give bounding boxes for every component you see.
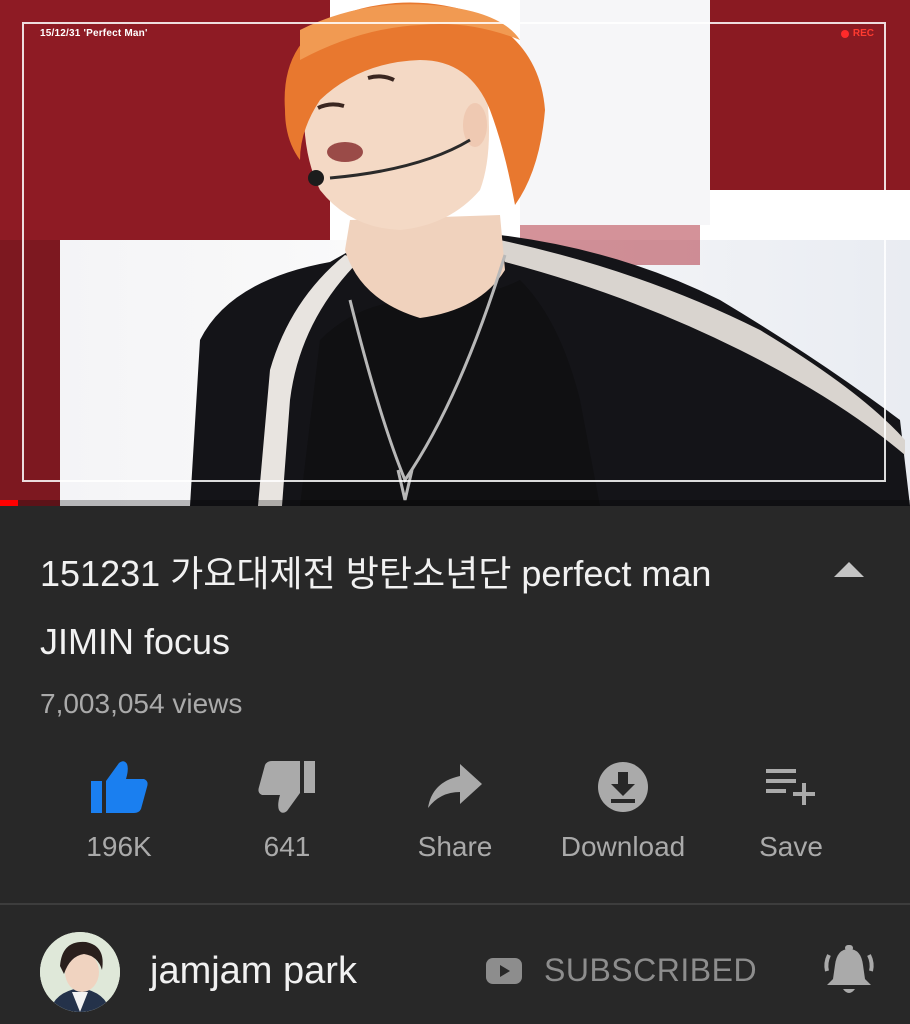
download-button[interactable]: Download [539,755,707,875]
share-label: Share [417,831,493,862]
chevron-up-icon [834,562,864,577]
channel-name[interactable]: jamjam park [150,950,357,993]
overlay-date-title: 15/12/31 'Perfect Man' [40,28,148,39]
youtube-logo-icon [486,957,522,984]
video-player[interactable]: 15/12/31 'Perfect Man' REC [0,0,910,506]
rec-dot-icon [840,29,849,38]
view-count: 7,003,054 views [40,688,243,719]
download-icon [596,755,650,819]
notification-bell-button[interactable] [820,942,878,1000]
video-title: 151231 가요대제전 방탄소년단 perfect man JIMIN foc… [40,553,712,662]
bell-ringing-icon [824,945,874,993]
progress-bar[interactable] [0,500,910,506]
rec-indicator: REC [840,28,874,39]
share-arrow-icon [426,755,484,819]
save-label: Save [759,831,823,862]
like-count: 196K [86,831,152,862]
thumbs-up-icon [89,755,149,819]
share-button[interactable]: Share [371,755,539,875]
subscribed-button[interactable]: SUBSCRIBED [486,952,757,989]
subscribed-label: SUBSCRIBED [544,952,758,988]
progress-bar-fill [0,500,19,506]
like-button[interactable]: 196K [35,755,203,875]
download-label: Download [560,831,686,862]
channel-avatar[interactable] [40,932,120,1012]
playlist-add-icon [764,755,818,819]
thumbs-down-icon [257,755,317,819]
dislike-count: 641 [263,831,311,862]
camcorder-frame-overlay [22,22,886,482]
collapse-description-button[interactable] [824,552,874,586]
save-button[interactable]: Save [707,755,875,875]
action-bar: 196K 641 Share Download Save [35,755,875,875]
rec-label: REC [852,28,874,39]
dislike-button[interactable]: 641 [203,755,371,875]
section-divider [0,903,910,905]
